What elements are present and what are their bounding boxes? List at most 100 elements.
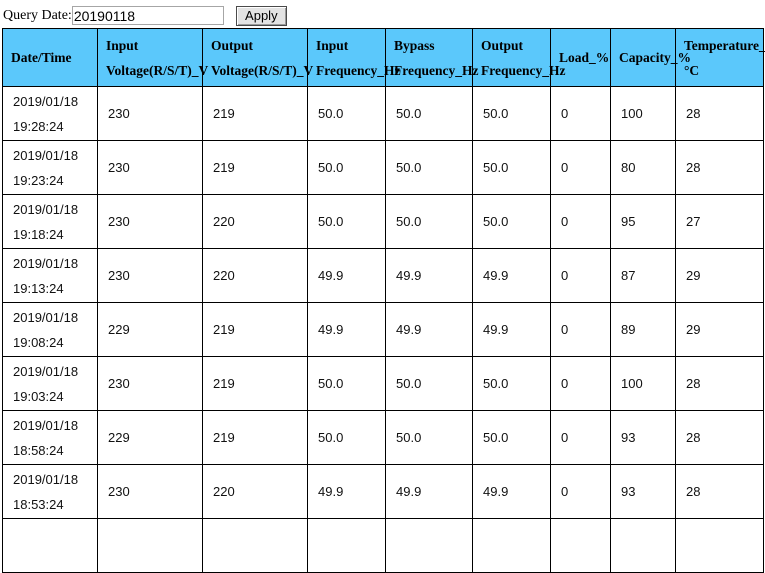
cell-input-voltage: 229: [97, 410, 203, 465]
query-date-input[interactable]: [71, 6, 224, 25]
column-header-output-frequency: Output Frequency_Hz: [472, 28, 566, 87]
cell-date: 2019/01/18: [13, 309, 79, 325]
cell-output-frequency: [472, 518, 551, 573]
table-row: 2019/01/18 19:23:24 230 219 50.0 50.0 50…: [2, 140, 764, 195]
table-header-row: Date/Time Input Voltage(R/S/T)_V Output …: [2, 28, 765, 87]
cell-output-voltage: 219: [202, 140, 308, 195]
cell-bypass-frequency: 50.0: [385, 86, 473, 141]
cell-datetime: [2, 518, 98, 573]
cell-capacity: [610, 518, 676, 573]
cell-temperature: 29: [675, 302, 764, 357]
cell-input-voltage: 230: [97, 248, 203, 303]
cell-capacity: 100: [610, 356, 676, 411]
cell-date: 2019/01/18: [13, 147, 79, 163]
log-table-container: Date/Time Input Voltage(R/S/T)_V Output …: [2, 28, 765, 573]
cell-input-voltage: 230: [97, 356, 203, 411]
cell-output-voltage: 219: [202, 86, 308, 141]
cell-input-voltage: 230: [97, 86, 203, 141]
cell-output-frequency: 50.0: [472, 194, 551, 249]
cell-datetime: 2019/01/18 19:08:24: [2, 302, 98, 357]
cell-load: 0: [550, 86, 611, 141]
column-header-input-voltage-line1: Input: [106, 37, 139, 53]
column-header-bypass-frequency-line2: Frequency_Hz: [394, 62, 479, 78]
cell-output-frequency: 50.0: [472, 140, 551, 195]
cell-input-frequency: 50.0: [307, 356, 386, 411]
column-header-output-voltage-line2: Voltage(R/S/T)_V: [211, 62, 314, 78]
cell-date: 2019/01/18: [13, 417, 79, 433]
cell-input-voltage: [97, 518, 203, 573]
column-header-input-frequency: Input Frequency_Hz: [307, 28, 401, 87]
cell-output-voltage: 220: [202, 248, 308, 303]
cell-output-frequency: 50.0: [472, 86, 551, 141]
cell-capacity: 93: [610, 410, 676, 465]
column-header-output-voltage: Output Voltage(R/S/T)_V: [202, 28, 314, 87]
column-header-input-voltage: Input Voltage(R/S/T)_V: [97, 28, 209, 87]
cell-datetime: 2019/01/18 19:23:24: [2, 140, 98, 195]
table-row: 2019/01/18 18:53:24 230 220 49.9 49.9 49…: [2, 464, 764, 519]
cell-input-frequency: 50.0: [307, 410, 386, 465]
cell-input-voltage: 229: [97, 302, 203, 357]
cell-input-frequency: 49.9: [307, 464, 386, 519]
cell-date: 2019/01/18: [13, 471, 79, 487]
cell-time: 19:23:24: [13, 172, 64, 188]
cell-capacity: 89: [610, 302, 676, 357]
cell-output-voltage: 219: [202, 302, 308, 357]
table-body: 2019/01/18 19:28:24 230 219 50.0 50.0 50…: [2, 86, 764, 573]
cell-load: 0: [550, 194, 611, 249]
cell-datetime: 2019/01/18 18:53:24: [2, 464, 98, 519]
cell-load: [550, 518, 611, 573]
cell-output-frequency: 49.9: [472, 464, 551, 519]
apply-button[interactable]: Apply: [235, 5, 287, 26]
cell-input-voltage: 230: [97, 194, 203, 249]
cell-bypass-frequency: [385, 518, 473, 573]
cell-input-frequency: 50.0: [307, 140, 386, 195]
cell-load: 0: [550, 356, 611, 411]
table-row: 2019/01/18 19:28:24 230 219 50.0 50.0 50…: [2, 86, 764, 141]
cell-bypass-frequency: 50.0: [385, 194, 473, 249]
cell-datetime: 2019/01/18 19:03:24: [2, 356, 98, 411]
cell-temperature: 29: [675, 248, 764, 303]
table-row: 2019/01/18 19:03:24 230 219 50.0 50.0 50…: [2, 356, 764, 411]
cell-input-frequency: 49.9: [307, 248, 386, 303]
cell-capacity: 95: [610, 194, 676, 249]
column-header-datetime-line1: Date/Time: [11, 50, 72, 65]
cell-output-voltage: 219: [202, 356, 308, 411]
cell-bypass-frequency: 49.9: [385, 302, 473, 357]
column-header-temperature-line2: °C: [684, 62, 700, 78]
column-header-temperature-line1: Temperature_: [684, 37, 765, 53]
cell-load: 0: [550, 302, 611, 357]
cell-capacity: 80: [610, 140, 676, 195]
cell-bypass-frequency: 49.9: [385, 248, 473, 303]
cell-temperature: 28: [675, 86, 764, 141]
cell-temperature: [675, 518, 764, 573]
cell-output-frequency: 50.0: [472, 410, 551, 465]
column-header-output-voltage-line1: Output: [211, 37, 254, 53]
cell-temperature: 28: [675, 410, 764, 465]
cell-time: 19:08:24: [13, 334, 64, 350]
column-header-temperature: Temperature_ °C: [675, 28, 765, 87]
cell-time: 19:13:24: [13, 280, 64, 296]
cell-load: 0: [550, 464, 611, 519]
cell-output-frequency: 50.0: [472, 356, 551, 411]
cell-input-frequency: 50.0: [307, 194, 386, 249]
cell-datetime: 2019/01/18 19:18:24: [2, 194, 98, 249]
cell-capacity: 93: [610, 464, 676, 519]
cell-capacity: 100: [610, 86, 676, 141]
query-toolbar: Query Date: Apply: [0, 0, 765, 28]
cell-load: 0: [550, 248, 611, 303]
cell-bypass-frequency: 50.0: [385, 410, 473, 465]
cell-load: 0: [550, 140, 611, 195]
ups-log-table: Date/Time Input Voltage(R/S/T)_V Output …: [2, 28, 765, 573]
column-header-load-line1: Load_%: [559, 50, 610, 65]
cell-output-voltage: [202, 518, 308, 573]
cell-output-voltage: 219: [202, 410, 308, 465]
column-header-input-voltage-line2: Voltage(R/S/T)_V: [106, 62, 209, 78]
cell-output-frequency: 49.9: [472, 302, 551, 357]
column-header-input-frequency-line2: Frequency_Hz: [316, 62, 401, 78]
cell-bypass-frequency: 50.0: [385, 356, 473, 411]
cell-input-voltage: 230: [97, 464, 203, 519]
cell-date: 2019/01/18: [13, 201, 79, 217]
column-header-input-frequency-line1: Input: [316, 37, 349, 53]
cell-date: 2019/01/18: [13, 255, 79, 271]
table-row: 2019/01/18 19:08:24 229 219 49.9 49.9 49…: [2, 302, 764, 357]
